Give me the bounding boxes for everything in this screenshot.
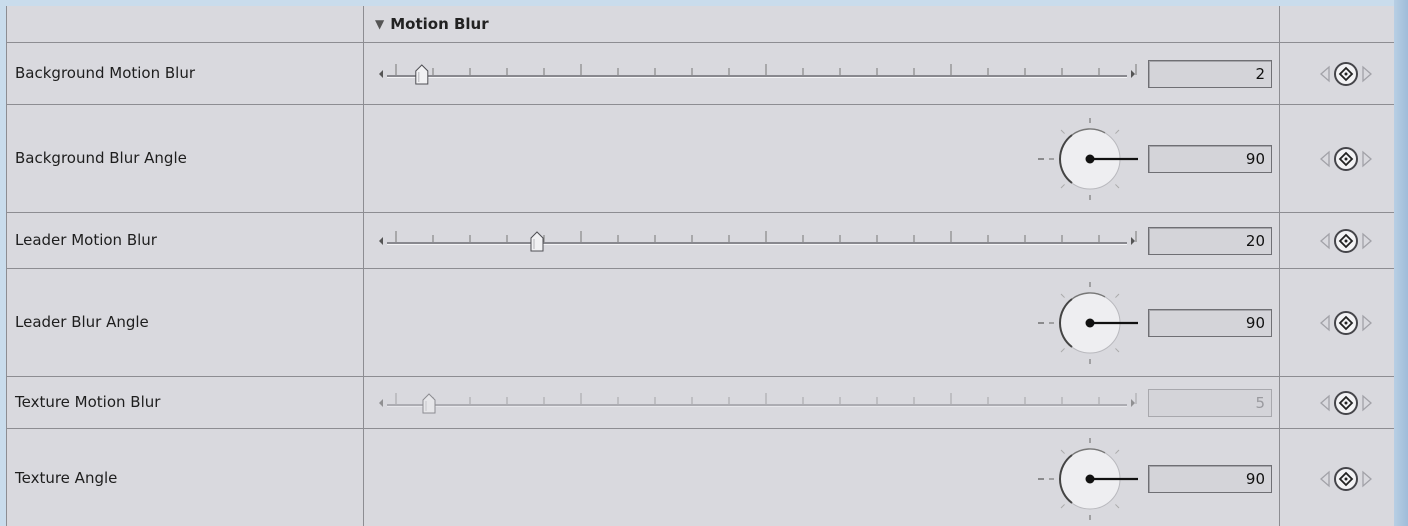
arrow-right-icon[interactable]: [1131, 398, 1135, 407]
keyframe-next-icon[interactable]: [1362, 394, 1372, 411]
keyframe-next-icon[interactable]: [1362, 65, 1372, 82]
parameter-row: Leader Motion Blur 20: [7, 213, 1395, 269]
keyframe-prev-icon[interactable]: [1320, 150, 1330, 167]
keyframe-prev-icon[interactable]: [1320, 232, 1330, 249]
parameter-label: Background Motion Blur: [15, 63, 196, 82]
arrow-left-icon[interactable]: [379, 398, 383, 407]
keyframe-next-icon[interactable]: [1362, 232, 1372, 249]
keyframe-add-icon[interactable]: [1334, 61, 1358, 86]
parameter-label: Leader Blur Angle: [15, 312, 149, 331]
slider-ticks: [395, 392, 1137, 404]
keyframe-controls: [1309, 309, 1383, 337]
parameter-label: Background Blur Angle: [15, 148, 187, 167]
parameter-row: Leader Blur Angle 90: [7, 269, 1395, 377]
window-edge: [1394, 0, 1408, 526]
value-field[interactable]: 20: [1148, 226, 1272, 255]
arrow-right-icon[interactable]: [1131, 236, 1135, 245]
keyframe-add-icon[interactable]: [1334, 228, 1358, 253]
keyframe-controls: [1309, 389, 1383, 417]
slider-thumb[interactable]: [422, 392, 436, 413]
keyframe-controls: [1309, 227, 1383, 255]
angle-dial[interactable]: [1032, 114, 1148, 204]
column-divider-label: [363, 6, 364, 526]
arrow-right-icon[interactable]: [1131, 69, 1135, 78]
parameter-row: Background Blur Angle 90: [7, 105, 1395, 213]
parameter-label: Texture Angle: [15, 469, 118, 487]
section-title[interactable]: ▼ Motion Blur: [375, 6, 489, 42]
keyframe-next-icon[interactable]: [1362, 470, 1372, 488]
slider[interactable]: [369, 389, 1139, 417]
keyframe-add-icon[interactable]: [1334, 390, 1358, 415]
slider[interactable]: [369, 227, 1139, 255]
keyframe-add-icon[interactable]: [1334, 146, 1358, 171]
keyframe-prev-icon[interactable]: [1320, 394, 1330, 411]
keyframe-add-icon[interactable]: [1334, 310, 1358, 335]
keyframe-next-icon[interactable]: [1362, 314, 1372, 331]
keyframe-prev-icon[interactable]: [1320, 470, 1330, 488]
keyframe-controls: [1309, 60, 1383, 88]
value-field[interactable]: 90: [1148, 308, 1272, 337]
parameter-row: Texture Angle 90: [7, 429, 1395, 526]
keyframe-controls: [1309, 145, 1383, 173]
value-field[interactable]: 5: [1148, 388, 1272, 417]
keyframe-next-icon[interactable]: [1362, 150, 1372, 167]
slider[interactable]: [369, 60, 1139, 88]
keyframe-add-icon[interactable]: [1334, 467, 1358, 491]
keyframe-prev-icon[interactable]: [1320, 314, 1330, 331]
parameter-label: Leader Motion Blur: [15, 230, 157, 249]
disclosure-triangle-icon[interactable]: ▼: [375, 6, 384, 42]
keyframe-controls: [1309, 465, 1383, 493]
parameter-row: Background Motion Blur 2: [7, 43, 1395, 105]
value-field[interactable]: 90: [1148, 144, 1272, 173]
section-header[interactable]: ▼ Motion Blur: [7, 6, 1395, 43]
section-title-label: Motion Blur: [390, 15, 489, 33]
arrow-left-icon[interactable]: [379, 69, 383, 78]
parameter-row: Texture Motion Blur 5: [7, 377, 1395, 429]
motion-blur-panel: ▼ Motion Blur Background Motion Blur 2 Back…: [6, 6, 1395, 526]
angle-dial[interactable]: [1032, 434, 1148, 524]
angle-dial[interactable]: [1032, 278, 1148, 368]
slider-ticks: [395, 63, 1137, 75]
slider-ticks: [395, 230, 1137, 242]
slider-thumb[interactable]: [415, 63, 429, 84]
column-divider-keyframe: [1279, 6, 1280, 526]
arrow-left-icon[interactable]: [379, 236, 383, 245]
value-field[interactable]: 90: [1148, 465, 1272, 493]
parameter-label: Texture Motion Blur: [15, 392, 161, 411]
slider-thumb[interactable]: [530, 230, 544, 251]
value-field[interactable]: 2: [1148, 59, 1272, 88]
keyframe-prev-icon[interactable]: [1320, 65, 1330, 82]
